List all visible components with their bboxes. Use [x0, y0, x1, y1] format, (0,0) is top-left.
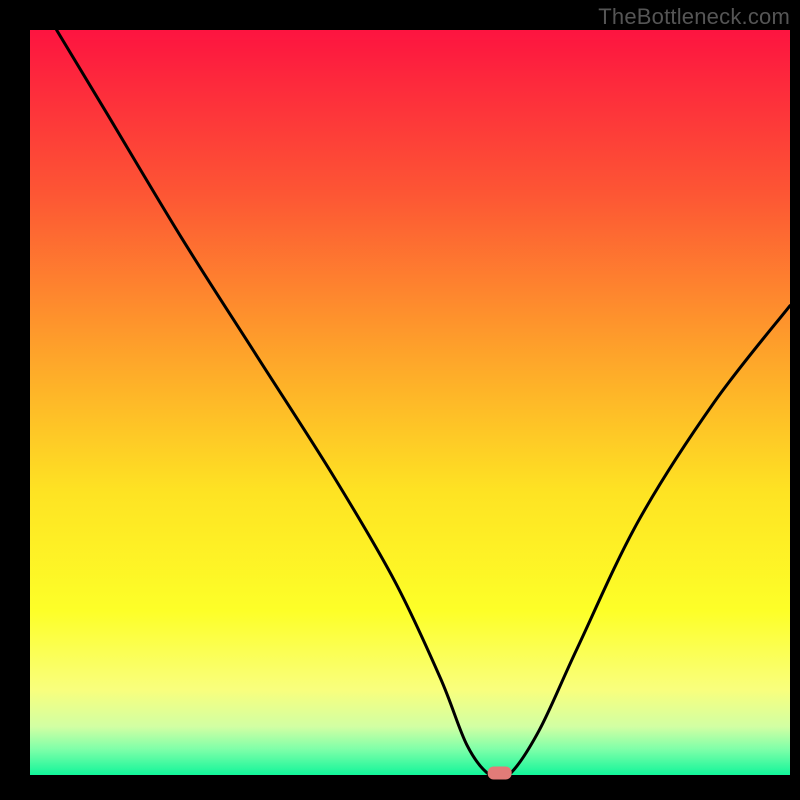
plot-background — [30, 30, 790, 775]
chart-container: TheBottleneck.com — [0, 0, 800, 800]
watermark-text: TheBottleneck.com — [598, 4, 790, 30]
bottleneck-chart — [0, 0, 800, 800]
optimal-marker — [488, 767, 512, 780]
